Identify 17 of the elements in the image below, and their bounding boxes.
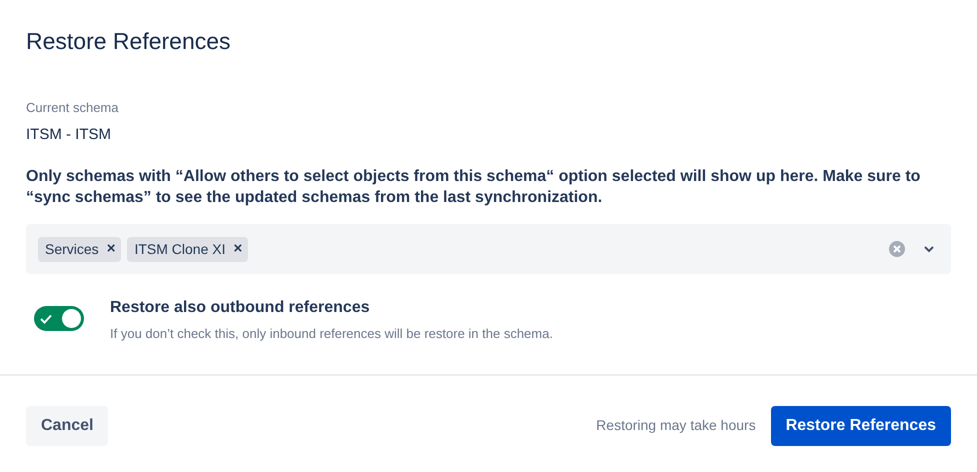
field-label: Current schema xyxy=(26,99,118,117)
restore-hint: Restoring may take hours xyxy=(596,416,756,435)
notice-text: Only schemas with “Allow others to select objects from this schema“ option selected will show up here. Make sure to “sync schemas” to see the updated schemas from the last synchronization. xyxy=(26,167,922,208)
tag-remove-button[interactable]: × xyxy=(106,238,116,260)
check-icon xyxy=(40,314,52,324)
toggle-label: Restore also outbound references xyxy=(110,298,371,318)
restore-button[interactable]: Restore References xyxy=(770,406,951,446)
schema-select[interactable]: Services × ITSM Clone XI × xyxy=(26,224,951,274)
chevron-down-icon[interactable] xyxy=(923,245,935,253)
toggle-help: If you don’t check this, only inbound references will be restore in the schema. xyxy=(110,325,553,343)
toggle-switch[interactable] xyxy=(34,306,84,331)
dialog-title: Restore References xyxy=(26,27,231,56)
schema-value: ITSM - ITSM xyxy=(26,124,111,144)
tag-label: Services xyxy=(45,240,99,258)
tag-remove-button[interactable]: × xyxy=(233,238,242,260)
cancel-button[interactable]: Cancel xyxy=(26,406,108,446)
tag-label: ITSM Clone XI xyxy=(134,240,226,258)
